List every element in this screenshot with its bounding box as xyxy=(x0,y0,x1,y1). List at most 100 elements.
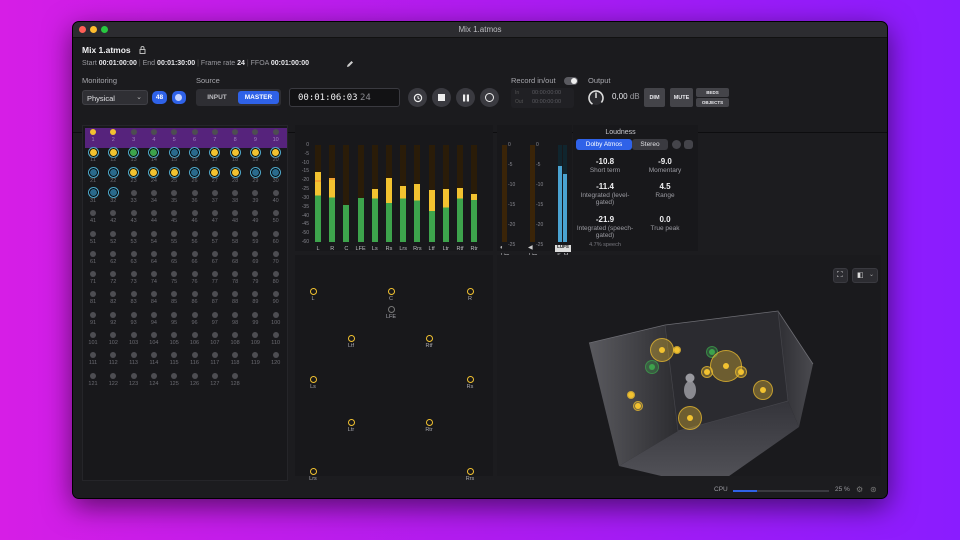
object-dot[interactable] xyxy=(130,271,137,278)
record-in-out-toggle[interactable] xyxy=(564,77,578,85)
room-3d-view[interactable]: ⛶ ◧ ⌄ xyxy=(497,255,881,476)
object-dot[interactable] xyxy=(87,146,99,158)
object-dot[interactable] xyxy=(171,189,178,196)
object-dot[interactable] xyxy=(232,210,239,217)
object-dot[interactable] xyxy=(252,230,259,237)
reset-loudness-icon[interactable] xyxy=(672,140,681,149)
record-in-time[interactable]: 00:00:00:00 xyxy=(532,90,561,97)
object-dot[interactable] xyxy=(110,332,117,338)
object-dot[interactable] xyxy=(211,311,218,318)
object-dot[interactable] xyxy=(90,352,96,359)
object-dot[interactable] xyxy=(252,271,259,278)
object-dot[interactable] xyxy=(191,271,198,278)
object-dot[interactable] xyxy=(130,189,137,196)
object-dot[interactable] xyxy=(189,146,200,158)
speaker-icon[interactable]: ◀ xyxy=(528,245,536,252)
object-dot[interactable] xyxy=(171,311,178,318)
object-dot[interactable] xyxy=(191,129,198,135)
object-dot[interactable] xyxy=(272,332,279,338)
object-dot[interactable] xyxy=(211,372,218,379)
object-dot[interactable] xyxy=(150,291,157,298)
object-dot[interactable] xyxy=(191,372,198,379)
object-dot[interactable] xyxy=(128,167,140,179)
object-dot[interactable] xyxy=(150,210,157,217)
limiter-icon[interactable]: ◐ xyxy=(500,245,508,252)
speaker-c[interactable] xyxy=(387,287,395,295)
object-dot[interactable] xyxy=(110,230,117,237)
object-dot[interactable] xyxy=(232,291,239,298)
binaural-icon[interactable] xyxy=(172,91,186,104)
object-dot[interactable] xyxy=(211,352,218,359)
object-dot[interactable] xyxy=(130,372,137,379)
object-dot[interactable] xyxy=(229,167,241,179)
object-dot[interactable] xyxy=(232,332,239,338)
object-dot[interactable] xyxy=(211,129,218,135)
object-dot[interactable] xyxy=(168,167,180,179)
object-dot[interactable] xyxy=(252,189,259,196)
output-knob[interactable] xyxy=(587,89,605,107)
speaker-l[interactable] xyxy=(309,287,317,295)
object-dot[interactable] xyxy=(191,210,198,217)
beds-button[interactable]: BEDS xyxy=(696,88,729,97)
object-dot[interactable] xyxy=(252,210,259,217)
object-dot[interactable] xyxy=(191,332,198,338)
channel-count-badge[interactable]: 48 xyxy=(152,91,167,104)
pencil-icon[interactable] xyxy=(346,60,354,68)
object-dot[interactable] xyxy=(211,291,218,298)
object-dot[interactable] xyxy=(232,250,239,257)
object-dot[interactable] xyxy=(272,352,279,359)
object-dot[interactable] xyxy=(110,271,117,278)
speaker-rtr[interactable] xyxy=(425,418,433,426)
object-dot[interactable] xyxy=(130,250,137,257)
object-dot[interactable] xyxy=(232,189,239,196)
object-dot[interactable] xyxy=(87,167,99,179)
object-dot[interactable] xyxy=(272,189,279,196)
source-master-button[interactable]: MASTER xyxy=(238,91,279,104)
object-dot[interactable] xyxy=(150,352,157,359)
speaker-lrs[interactable] xyxy=(309,467,317,475)
object-dot[interactable] xyxy=(128,146,140,158)
object-dot[interactable] xyxy=(249,167,261,179)
object-dot[interactable] xyxy=(87,187,99,199)
object-dot[interactable] xyxy=(90,311,96,318)
object-dot[interactable] xyxy=(272,210,279,217)
object-dot[interactable] xyxy=(211,210,218,217)
object-dot[interactable] xyxy=(107,167,119,179)
object-dot[interactable] xyxy=(232,230,239,237)
network-icon[interactable]: ⊛ xyxy=(870,486,877,494)
tab-stereo[interactable]: Stereo xyxy=(632,139,668,150)
object-dot[interactable] xyxy=(272,129,279,135)
object-dot[interactable] xyxy=(130,291,137,298)
object-dot[interactable] xyxy=(150,271,157,278)
object-dot[interactable] xyxy=(150,250,157,257)
object-dot[interactable] xyxy=(130,352,137,359)
object-dot[interactable] xyxy=(191,189,198,196)
object-dot[interactable] xyxy=(189,167,200,179)
object-dot[interactable] xyxy=(211,250,218,257)
object-dot[interactable] xyxy=(252,291,259,298)
record-button[interactable] xyxy=(480,88,499,107)
object-dot[interactable] xyxy=(270,167,282,179)
tab-dolby-atmos[interactable]: Dolby Atmos xyxy=(576,139,632,150)
object-dot[interactable] xyxy=(209,146,221,158)
object-dot[interactable] xyxy=(171,210,178,217)
mute-button[interactable]: MUTE xyxy=(670,88,693,107)
speaker-rs[interactable] xyxy=(466,375,474,383)
object-dot[interactable] xyxy=(90,230,96,237)
object-dot[interactable] xyxy=(270,146,282,158)
speaker-lfe[interactable] xyxy=(387,305,395,313)
object-dot[interactable] xyxy=(130,230,137,237)
object-dot[interactable] xyxy=(171,230,178,237)
object-dot[interactable] xyxy=(90,372,96,379)
object-dot[interactable] xyxy=(191,230,198,237)
object-dot[interactable] xyxy=(171,332,178,338)
object-dot[interactable] xyxy=(110,210,117,217)
object-dot[interactable] xyxy=(110,372,117,379)
object-dot[interactable] xyxy=(252,311,259,318)
object-dot[interactable] xyxy=(148,167,160,179)
object-dot[interactable] xyxy=(232,372,239,379)
object-dot[interactable] xyxy=(171,250,178,257)
object-dot[interactable] xyxy=(272,291,279,298)
speaker-rrs[interactable] xyxy=(466,467,474,475)
object-dot[interactable] xyxy=(150,230,157,237)
